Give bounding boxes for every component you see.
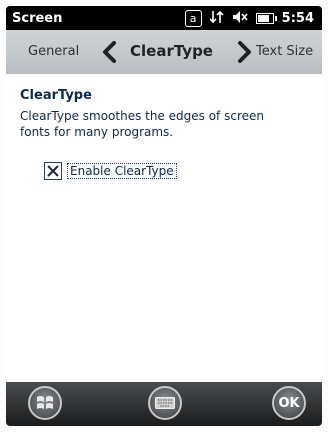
status-icons: a 5:54: [184, 6, 314, 30]
status-time: 5:54: [281, 10, 314, 26]
battery-fill: [257, 14, 269, 22]
enable-cleartype-label[interactable]: Enable ClearType: [67, 163, 177, 179]
windows-flag-icon: [37, 396, 53, 409]
tab-bar: General ClearType Text Size: [6, 30, 322, 75]
tab-general[interactable]: General: [28, 44, 79, 59]
checkmark-x-icon: [47, 165, 59, 177]
chevron-right-icon[interactable]: [234, 40, 254, 64]
speaker-muted-icon: [232, 10, 248, 27]
section-title: ClearType: [20, 88, 92, 103]
tab-text-size[interactable]: Text Size: [256, 44, 313, 59]
device-screen: Screen a 5:54 General ClearType Text Siz…: [0, 0, 328, 432]
status-title: Screen: [12, 10, 63, 26]
enable-cleartype-row[interactable]: Enable ClearType: [44, 162, 177, 180]
start-button[interactable]: [28, 386, 62, 420]
tab-cleartype[interactable]: ClearType: [130, 42, 213, 60]
ok-button[interactable]: OK: [272, 386, 306, 420]
keyboard-button[interactable]: [148, 386, 182, 420]
keyboard-icon: [155, 397, 175, 409]
section-description: ClearType smoothes the edges of screen f…: [20, 109, 264, 139]
enable-cleartype-checkbox[interactable]: [44, 162, 62, 180]
main-content: ClearType ClearType smoothes the edges o…: [6, 74, 322, 382]
battery-charging-icon: [255, 12, 277, 24]
a-box-icon: a: [184, 9, 202, 27]
data-transfer-icon: [209, 10, 224, 27]
status-bar: Screen a 5:54: [6, 6, 322, 30]
chevron-left-icon[interactable]: [100, 40, 120, 64]
bottom-bar: OK: [6, 382, 322, 426]
